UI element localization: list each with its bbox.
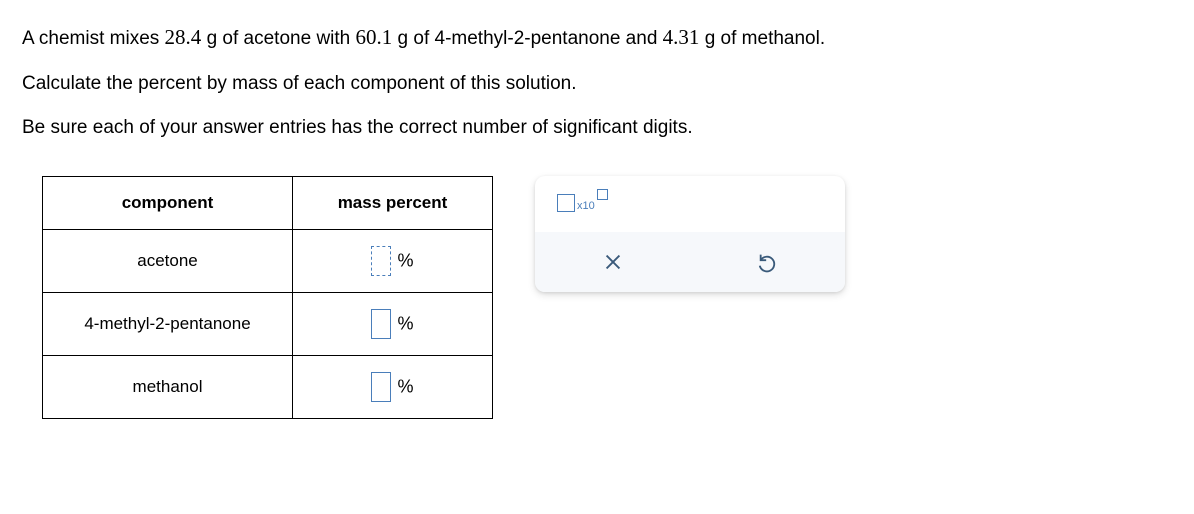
sci-base-box	[557, 194, 575, 212]
question-text: A chemist mixes 28.4 g of acetone with 6…	[22, 18, 1172, 146]
component-label: 4-methyl-2-pentanone	[43, 293, 293, 356]
answer-table: component mass percent acetone % 4-methy…	[42, 176, 493, 419]
table-row: 4-methyl-2-pentanone %	[43, 293, 493, 356]
unit-label: %	[397, 251, 413, 271]
sci-exp-box	[597, 189, 608, 200]
close-icon	[602, 251, 624, 273]
scientific-notation-button[interactable]: x10	[557, 194, 608, 212]
header-mass-percent: mass percent	[293, 177, 493, 230]
answer-input-methanol[interactable]	[371, 372, 391, 402]
tools-panel: x10	[535, 176, 845, 292]
sci-x10-label: x10	[577, 200, 595, 212]
header-component: component	[43, 177, 293, 230]
undo-icon	[757, 251, 779, 273]
unit-label: %	[397, 377, 413, 397]
table-row: acetone %	[43, 230, 493, 293]
clear-button[interactable]	[599, 248, 627, 276]
question-line-2: Calculate the percent by mass of each co…	[22, 66, 1172, 102]
question-line-1: A chemist mixes 28.4 g of acetone with 6…	[22, 18, 1172, 58]
component-label: methanol	[43, 356, 293, 419]
answer-input-pentanone[interactable]	[371, 309, 391, 339]
component-label: acetone	[43, 230, 293, 293]
reset-button[interactable]	[754, 248, 782, 276]
table-row: methanol %	[43, 356, 493, 419]
question-line-3: Be sure each of your answer entries has …	[22, 110, 1172, 146]
unit-label: %	[397, 314, 413, 334]
answer-input-acetone[interactable]	[371, 246, 391, 276]
